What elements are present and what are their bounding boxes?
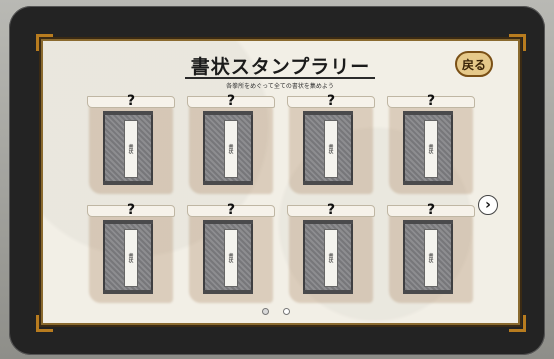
page-dot-2[interactable] [283, 308, 290, 315]
book-label: 書状 [124, 229, 138, 287]
unknown-mark: ? [126, 93, 136, 109]
book-label: 書状 [424, 120, 438, 178]
page-title: 書状スタンプラリー [190, 56, 371, 78]
chevron-right-icon: › [485, 197, 491, 213]
page-indicator [262, 308, 290, 315]
scroll-book-icon: 書状 [303, 111, 353, 185]
page-dot-1[interactable] [262, 308, 269, 315]
unknown-mark: ? [326, 202, 336, 218]
book-label: 書状 [424, 229, 438, 287]
stamp-slot[interactable]: ? 書状 [385, 202, 477, 305]
stamp-slot[interactable]: ? 書状 [185, 202, 277, 305]
scroll-book-icon: 書状 [303, 220, 353, 294]
page-subtitle: 各拳所をめぐって全ての書状を集めよう [226, 83, 334, 90]
book-label: 書状 [224, 229, 238, 287]
corner-ornament [509, 34, 526, 51]
book-label: 書状 [324, 229, 338, 287]
stamp-slot[interactable]: ? 書状 [185, 93, 277, 196]
unknown-mark: ? [226, 202, 236, 218]
unknown-mark: ? [426, 93, 436, 109]
next-page-button[interactable]: › [478, 195, 498, 215]
book-label: 書状 [324, 120, 338, 178]
corner-ornament [36, 34, 53, 51]
scroll-book-icon: 書状 [103, 111, 153, 185]
back-button[interactable]: 戻る [455, 51, 493, 77]
stamp-slot[interactable]: ? 書状 [285, 202, 377, 305]
corner-ornament [509, 315, 526, 332]
title-underline [185, 77, 375, 79]
stamp-slot[interactable]: ? 書状 [85, 93, 177, 196]
scroll-book-icon: 書状 [403, 220, 453, 294]
stamp-slot[interactable]: ? 書状 [385, 93, 477, 196]
scroll-book-icon: 書状 [203, 111, 253, 185]
book-label: 書状 [224, 120, 238, 178]
unknown-mark: ? [126, 202, 136, 218]
scroll-book-icon: 書状 [103, 220, 153, 294]
book-label: 書状 [124, 120, 138, 178]
stamp-slot[interactable]: ? 書状 [85, 202, 177, 305]
unknown-mark: ? [426, 202, 436, 218]
scroll-book-icon: 書状 [403, 111, 453, 185]
unknown-mark: ? [326, 93, 336, 109]
corner-ornament [36, 315, 53, 332]
scroll-book-icon: 書状 [203, 220, 253, 294]
stamp-slot[interactable]: ? 書状 [285, 93, 377, 196]
unknown-mark: ? [226, 93, 236, 109]
